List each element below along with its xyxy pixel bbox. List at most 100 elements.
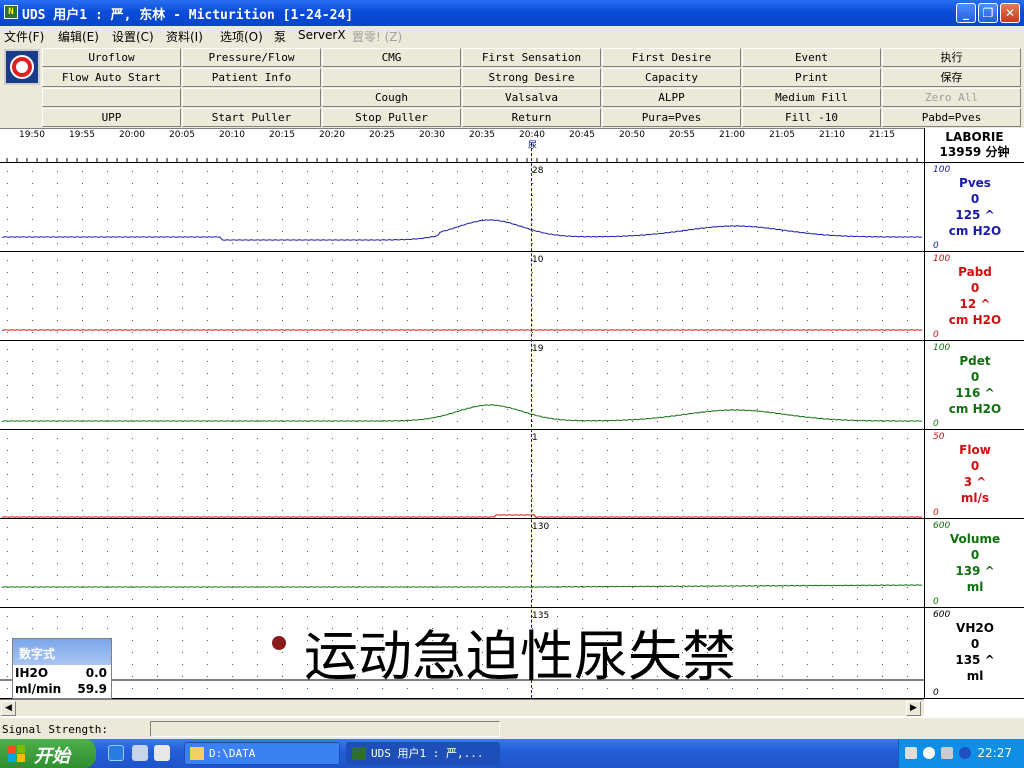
toolbar-button[interactable]: ALPP bbox=[602, 88, 741, 107]
time-tick-label: 20:25 bbox=[369, 130, 395, 140]
channel-unit: ml bbox=[966, 580, 984, 594]
scale-min: 0 bbox=[933, 330, 939, 340]
time-tick-label: 21:00 bbox=[719, 130, 745, 140]
menu-item[interactable]: 编辑(E) bbox=[58, 28, 99, 45]
cursor-value: 1 bbox=[532, 433, 538, 443]
bluetooth-icon[interactable] bbox=[959, 747, 971, 759]
menu-item[interactable]: ServerX bbox=[298, 28, 346, 42]
restore-icon: ❐ bbox=[982, 6, 994, 20]
title-bar[interactable]: N UDS 用户1 : 严, 东林 - Micturition [1-24-24… bbox=[0, 0, 1024, 26]
channel-plot[interactable] bbox=[0, 341, 924, 429]
menu-item[interactable]: 文件(F) bbox=[4, 28, 44, 45]
time-tick-label: 20:05 bbox=[169, 130, 195, 140]
channel-plot[interactable] bbox=[0, 252, 924, 340]
toolbar-button[interactable]: 保存 bbox=[882, 68, 1021, 87]
toolbar-button[interactable]: Flow Auto Start bbox=[42, 68, 181, 87]
ie-icon[interactable] bbox=[108, 745, 124, 761]
menu-item[interactable]: 资料(I) bbox=[166, 28, 203, 45]
menu-item[interactable]: 置零! (Z) bbox=[352, 28, 402, 45]
scroll-right-button[interactable]: ▶ bbox=[906, 701, 921, 716]
toolbar-button[interactable]: First Sensation bbox=[462, 48, 601, 67]
toolbar-button[interactable]: Valsalva bbox=[462, 88, 601, 107]
toolbar-button[interactable]: Event bbox=[742, 48, 881, 67]
expand-tray-icon[interactable] bbox=[923, 747, 935, 759]
toolbar: Uroflow Pressure/Flow CMG First Sensation Fi… bbox=[0, 46, 1024, 128]
taskbar: 开始 D:\DATA UDS 用户1 : 严,... 22:27 bbox=[0, 739, 1024, 768]
menu-item[interactable]: 泵 bbox=[274, 28, 286, 45]
numeric-value: 0.0 bbox=[85, 666, 107, 680]
system-tray: 22:27 bbox=[898, 739, 1024, 768]
menu-item[interactable]: 设置(C) bbox=[112, 28, 154, 45]
channel-trace bbox=[1, 219, 923, 241]
channel-label-panel[interactable]: 600 Volume 0 139 ^ ml 0 bbox=[924, 519, 1024, 607]
keyboard-icon[interactable] bbox=[905, 747, 917, 759]
header-panel: LABORIE 13959 分钟 bbox=[924, 128, 1024, 163]
scale-max: 100 bbox=[933, 254, 951, 264]
toolbar-button[interactable]: Pabd=Pves bbox=[882, 108, 1021, 127]
channel-label-panel[interactable]: 100 Pves 0 125 ^ cm H2O 0 bbox=[924, 163, 1024, 251]
numeric-panel[interactable]: 数字式 IH2O 0.0 ml/min 59.9 bbox=[12, 638, 112, 699]
toolbar-button[interactable]: Capacity bbox=[602, 68, 741, 87]
toolbar-button[interactable]: Cough bbox=[322, 88, 461, 107]
toolbar-button[interactable]: Print bbox=[742, 68, 881, 87]
channel-pabd: 10 100 Pabd 0 12 ^ cm H2O 0 bbox=[0, 252, 1024, 341]
channel-label-panel[interactable]: 50 Flow 0 3 ^ ml/s 0 bbox=[924, 430, 1024, 518]
toolbar-button[interactable]: Medium Fill bbox=[742, 88, 881, 107]
menu-item[interactable]: 选项(O) bbox=[220, 28, 263, 45]
toolbar-button[interactable] bbox=[182, 88, 321, 107]
channel-value: 0 bbox=[970, 370, 980, 384]
scroll-left-button[interactable]: ◀ bbox=[1, 701, 16, 716]
toolbar-button[interactable]: Zero All bbox=[882, 88, 1021, 107]
toolbar-button[interactable]: Start Puller bbox=[182, 108, 321, 127]
toolbar-button[interactable]: Fill -10 bbox=[742, 108, 881, 127]
horizontal-scrollbar[interactable]: ◀ ▶ bbox=[0, 699, 924, 716]
toolbar-button[interactable]: Strong Desire bbox=[462, 68, 601, 87]
channel-unit: ml/s bbox=[960, 491, 990, 505]
start-label: 开始 bbox=[34, 746, 70, 767]
toolbar-button[interactable]: Pura=Pves bbox=[602, 108, 741, 127]
toolbar-button[interactable]: UPP bbox=[42, 108, 181, 127]
channel-trace bbox=[1, 514, 923, 518]
channel-plot[interactable] bbox=[0, 163, 924, 251]
toolbar-button[interactable]: 执行 bbox=[882, 48, 1021, 67]
minimize-button[interactable]: _ bbox=[956, 3, 976, 23]
explorer-icon[interactable] bbox=[154, 745, 170, 761]
channel-name: Flow bbox=[959, 443, 991, 457]
toolbar-button[interactable] bbox=[322, 68, 461, 87]
close-icon: ✕ bbox=[1004, 6, 1016, 20]
time-tick-label: 20:15 bbox=[269, 130, 295, 140]
channel-label-panel[interactable]: 100 Pdet 0 116 ^ cm H2O 0 bbox=[924, 341, 1024, 429]
toolbar-button[interactable] bbox=[42, 88, 181, 107]
channel-trace bbox=[1, 404, 923, 422]
toolbar-button[interactable]: Pressure/Flow bbox=[182, 48, 321, 67]
toolbar-button[interactable]: Return bbox=[462, 108, 601, 127]
channel-label-panel[interactable]: 100 Pabd 0 12 ^ cm H2O 0 bbox=[924, 252, 1024, 340]
scale-min: 0 bbox=[933, 241, 939, 251]
media-icon[interactable] bbox=[132, 745, 148, 761]
task-button-data-folder[interactable]: D:\DATA bbox=[184, 742, 340, 765]
task-button-uds[interactable]: UDS 用户1 : 严,... bbox=[346, 742, 500, 765]
time-tick-label: 20:45 bbox=[569, 130, 595, 140]
close-button[interactable]: ✕ bbox=[1000, 3, 1020, 23]
arrow-left-icon: ◀ bbox=[5, 703, 12, 713]
restore-button[interactable]: ❐ bbox=[978, 3, 998, 23]
overlay-caption: 运动急迫性尿失禁 bbox=[304, 625, 736, 688]
scale-max: 600 bbox=[933, 610, 951, 620]
time-tick-label: 20:00 bbox=[119, 130, 145, 140]
time-tick-label: 21:15 bbox=[869, 130, 895, 140]
folder-icon bbox=[190, 747, 204, 760]
start-button[interactable]: 开始 bbox=[0, 739, 96, 768]
channel-plot[interactable] bbox=[0, 519, 924, 607]
menu-bar: 文件(F) 编辑(E) 设置(C) 资料(I) 选项(O) 泵 ServerX 置零! (Z) bbox=[0, 26, 1024, 46]
toolbar-button[interactable]: Stop Puller bbox=[322, 108, 461, 127]
toolbar-button[interactable]: CMG bbox=[322, 48, 461, 67]
channel-plot[interactable] bbox=[0, 430, 924, 518]
toolbar-button[interactable]: Uroflow bbox=[42, 48, 181, 67]
toolbar-button[interactable]: Patient Info bbox=[182, 68, 321, 87]
channel-name: Pdet bbox=[959, 354, 991, 368]
signal-strength-label: Signal Strength: bbox=[2, 723, 108, 736]
device-icon[interactable] bbox=[941, 747, 953, 759]
time-tick-label: 19:50 bbox=[19, 130, 45, 140]
toolbar-button[interactable]: First Desire bbox=[602, 48, 741, 67]
channel-label-panel[interactable]: 600 VH2O 0 135 ^ ml 0 bbox=[924, 608, 1024, 698]
